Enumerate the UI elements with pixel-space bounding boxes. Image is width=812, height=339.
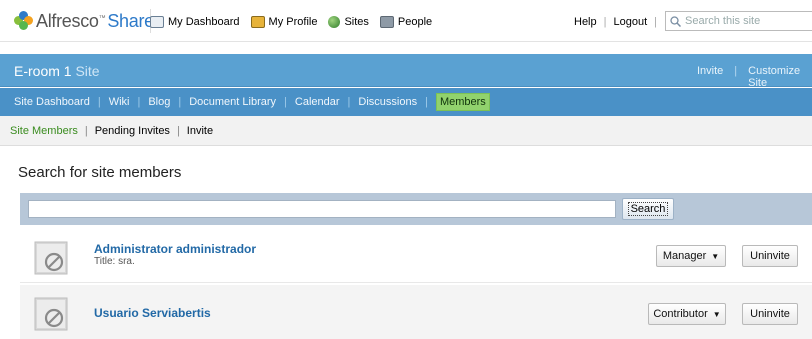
sites-icon <box>328 16 341 28</box>
member-row: Usuario Serviabertis Contributor ▼ Uninvi… <box>20 285 812 339</box>
logout-link[interactable]: Logout <box>613 16 647 28</box>
tab-blog[interactable]: Blog <box>148 96 170 108</box>
nav-people[interactable]: People <box>379 16 433 28</box>
caret-down-icon: ▼ <box>712 309 721 319</box>
separator: | <box>284 96 287 108</box>
people-icon <box>379 16 394 28</box>
tab-document-library[interactable]: Document Library <box>189 96 276 108</box>
members-subnav: Site Members | Pending Invites | Invite <box>0 116 812 146</box>
search-button[interactable]: Search <box>622 198 674 220</box>
avatar-icon <box>34 241 68 275</box>
separator: | <box>137 96 141 108</box>
tab-discussions[interactable]: Discussions <box>358 96 417 108</box>
member-title-value: sra. <box>118 256 135 267</box>
header-links: Help | Logout | <box>574 12 664 32</box>
nav-sites[interactable]: Sites <box>328 16 369 28</box>
alfresco-flower-icon <box>14 11 34 31</box>
separator: | <box>603 16 607 28</box>
tab-calendar[interactable]: Calendar <box>295 96 340 108</box>
member-name[interactable]: Administrator administrador <box>94 242 256 256</box>
profile-icon <box>250 16 265 28</box>
member-name[interactable]: Usuario Serviabertis <box>94 306 211 320</box>
caret-down-icon: ▼ <box>711 251 720 261</box>
member-search-bar: Search <box>20 193 812 225</box>
separator: | <box>178 96 182 108</box>
member-row: Administrator administrador Title: sra. … <box>20 229 812 283</box>
site-actions: Invite | Customize Site <box>697 65 812 89</box>
search-placeholder: Search this site <box>685 15 761 27</box>
role-label: Manager <box>662 250 707 262</box>
customize-site-link[interactable]: Customize Site <box>748 65 812 89</box>
site-title-bar: E-room 1 Site Invite | Customize Site <box>0 54 812 89</box>
site-suffix: Site <box>75 63 100 79</box>
site-navigation: Site Dashboard | Wiki | Blog | Document … <box>0 88 812 116</box>
separator: | <box>176 124 180 137</box>
nav-my-dashboard[interactable]: My Dashboard <box>150 16 240 28</box>
invite-link[interactable]: Invite <box>697 65 723 89</box>
separator: | <box>84 124 88 137</box>
logo-product: Share <box>107 10 154 31</box>
uninvite-button[interactable]: Uninvite <box>742 245 798 267</box>
logo-word: Alfresco <box>36 10 99 31</box>
uninvite-button[interactable]: Uninvite <box>742 303 798 325</box>
help-link[interactable]: Help <box>574 16 597 28</box>
separator: | <box>734 65 738 77</box>
top-header: Alfresco™ Share My Dashboard My Profile S… <box>0 0 812 42</box>
role-dropdown[interactable]: Manager ▼ <box>656 245 726 267</box>
alfresco-logo[interactable]: Alfresco™ Share <box>14 9 154 33</box>
member-title-label: Title: <box>94 256 116 267</box>
site-name: E-room 1 <box>14 63 72 79</box>
nav-my-profile-label: My Profile <box>268 16 318 28</box>
nav-sites-label: Sites <box>344 16 369 28</box>
role-dropdown[interactable]: Contributor ▼ <box>648 303 726 325</box>
tab-site-dashboard[interactable]: Site Dashboard <box>14 96 90 108</box>
search-icon <box>670 15 681 27</box>
separator: | <box>425 96 428 108</box>
subnav-invite[interactable]: Invite <box>187 125 213 137</box>
search-button-label: Search <box>627 202 669 216</box>
role-label: Contributor <box>653 308 708 320</box>
site-title: E-room 1 Site <box>14 63 100 79</box>
separator: | <box>97 96 101 108</box>
nav-my-dashboard-label: My Dashboard <box>168 16 240 28</box>
tab-members[interactable]: Members <box>435 93 490 111</box>
dashboard-icon <box>150 16 164 28</box>
top-navigation: My Dashboard My Profile Sites People <box>150 11 443 33</box>
tab-wiki[interactable]: Wiki <box>109 96 130 108</box>
subnav-site-members[interactable]: Site Members <box>10 125 78 137</box>
avatar-icon <box>34 297 68 331</box>
nav-my-profile[interactable]: My Profile <box>250 16 318 28</box>
subnav-pending-invites[interactable]: Pending Invites <box>95 125 170 137</box>
member-title: Title: sra. <box>94 256 135 267</box>
page-heading: Search for site members <box>18 164 182 181</box>
member-search-input[interactable] <box>28 200 616 218</box>
separator: | <box>347 96 351 108</box>
separator: | <box>654 16 657 28</box>
nav-people-label: People <box>397 16 433 28</box>
site-search-input[interactable]: Search this site <box>665 11 812 31</box>
